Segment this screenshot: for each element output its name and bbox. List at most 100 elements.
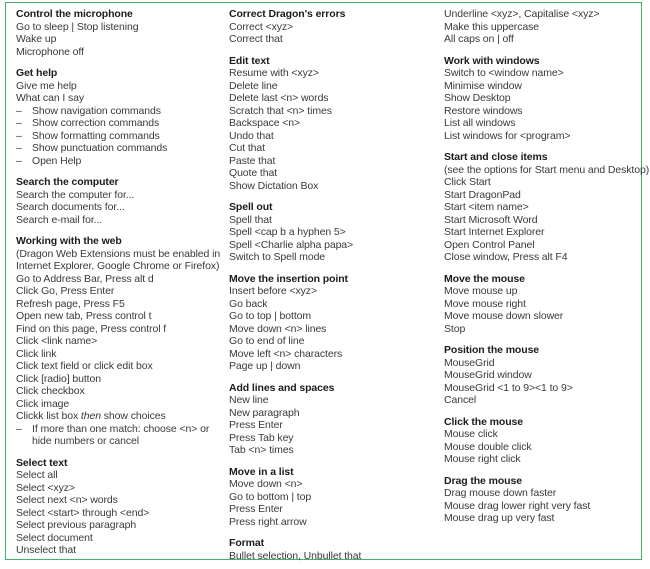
command-line: Switch to Spell mode bbox=[229, 251, 326, 263]
command-line: Tab <n> times bbox=[229, 444, 294, 456]
command-line: Move mouse down slower bbox=[444, 310, 564, 322]
command-line: Restore windows bbox=[444, 104, 523, 117]
command-line-text-tail: show choices bbox=[100, 410, 166, 422]
command-line: What can I say bbox=[16, 92, 85, 104]
command-line: Show Desktop bbox=[444, 92, 511, 104]
command-line: Give me help bbox=[16, 79, 77, 92]
dash-bullet-icon: – bbox=[16, 104, 22, 117]
command-line: Mouse double click bbox=[444, 440, 532, 453]
command-line: Bullet selection, Unbullet that bbox=[229, 549, 362, 562]
command-group-note: (Dragon Web Extensions must be enabled i… bbox=[16, 247, 221, 273]
column-1: Control the microphone Go to sleep | Stop… bbox=[16, 8, 226, 557]
command-line: MouseGrid window bbox=[444, 369, 532, 381]
command-line: Go to end of line bbox=[229, 335, 305, 347]
column-2: Correct Dragon's errors Correct <xyz> Corr… bbox=[229, 8, 441, 562]
command-line: Find on this page, Press control f bbox=[16, 322, 167, 335]
command-line: Mouse right click bbox=[444, 453, 521, 465]
command-group-heading: Working with the web bbox=[16, 235, 122, 247]
command-group-heading: Drag the mouse bbox=[444, 474, 522, 487]
command-line: Select document bbox=[16, 531, 93, 544]
command-line: Move left <n> characters bbox=[229, 347, 343, 360]
command-line-text: Show punctuation commands bbox=[32, 142, 168, 154]
command-line: Start <item name> bbox=[444, 201, 529, 213]
command-line: New paragraph bbox=[229, 406, 300, 419]
command-line: Press Enter bbox=[229, 503, 283, 515]
command-group: Start and close items (see the options fo… bbox=[444, 151, 650, 264]
command-line: Select all bbox=[16, 469, 58, 481]
command-line: Move down <n> bbox=[229, 478, 303, 490]
command-line: Stop bbox=[444, 322, 466, 335]
command-line: – Open Help bbox=[16, 155, 226, 168]
command-line: Paste that bbox=[229, 154, 276, 167]
command-line: List windows for <program> bbox=[444, 129, 571, 142]
command-group: Control the microphone Go to sleep | Stop… bbox=[16, 8, 226, 58]
command-line: Mouse click bbox=[444, 428, 498, 440]
command-line: Refresh page, Press F5 bbox=[16, 297, 125, 310]
command-line: Go to bottom | top bbox=[229, 490, 312, 503]
command-line: Click Start bbox=[444, 176, 491, 188]
command-group: Working with the web (Dragon Web Extensio… bbox=[16, 235, 226, 448]
command-group-heading: Control the microphone bbox=[16, 8, 133, 20]
column-3: Underline <xyz>, Capitalise <xyz> Make th… bbox=[444, 8, 650, 525]
command-group: Move in a list Move down <n> Go to bottom … bbox=[229, 466, 441, 529]
command-group: Click the mouse Mouse click Mouse double c… bbox=[444, 416, 642, 466]
command-line: Undo that bbox=[229, 129, 274, 142]
command-group-heading: Move the insertion point bbox=[229, 272, 348, 285]
command-line: Click checkbox bbox=[16, 385, 85, 397]
command-line-text: If more than one match: choose <n> or hi… bbox=[32, 422, 210, 448]
dash-bullet-icon: – bbox=[16, 117, 22, 129]
command-line: Spell <cap b a hyphen 5> bbox=[229, 226, 346, 238]
command-line: Click Go, Press Enter bbox=[16, 285, 115, 297]
command-group: Correct Dragon's errors Correct <xyz> Corr… bbox=[229, 8, 441, 46]
command-group-heading: Work with windows bbox=[444, 54, 540, 67]
command-line: Click text field or click edit box bbox=[16, 360, 153, 372]
command-line: Quote that bbox=[229, 167, 278, 179]
command-line: Select <xyz> bbox=[16, 481, 75, 494]
cheat-sheet-page: Control the microphone Go to sleep | Stop… bbox=[5, 2, 650, 562]
command-line: Cut that bbox=[229, 142, 265, 154]
command-line: Start Microsoft Word bbox=[444, 213, 538, 226]
command-group-heading: Search the computer bbox=[16, 176, 119, 188]
command-line-text: Clickk list box bbox=[16, 410, 81, 422]
command-line: Go to sleep | Stop listening bbox=[16, 20, 139, 33]
command-line: Switch to <window name> bbox=[444, 67, 564, 79]
command-line-emphasis: then bbox=[80, 410, 101, 422]
command-group-heading: Select text bbox=[16, 456, 68, 469]
command-line: Open new tab, Press control t bbox=[16, 310, 152, 322]
command-line: Go to top | bottom bbox=[229, 310, 312, 322]
command-line: Underline <xyz>, Capitalise <xyz> bbox=[444, 8, 600, 20]
command-group-heading: Start and close items bbox=[444, 151, 548, 163]
command-line: Spell that bbox=[229, 213, 272, 226]
command-group-heading: Edit text bbox=[229, 54, 270, 67]
command-line: Unselect that bbox=[16, 544, 76, 556]
command-line: Open Control Panel bbox=[444, 238, 535, 251]
command-line: – Show formatting commands bbox=[16, 130, 226, 143]
command-line: – Show correction commands bbox=[16, 117, 226, 130]
command-line: Correct that bbox=[229, 33, 283, 45]
command-line-text: Open Help bbox=[32, 154, 82, 167]
command-group: Select text Select all Select <xyz> Select … bbox=[16, 457, 226, 557]
command-line: Insert before <xyz> bbox=[229, 285, 317, 297]
command-line: (see the options for Start menu and Desk… bbox=[444, 163, 650, 176]
command-line: Select <start> through <end> bbox=[16, 506, 150, 519]
command-line: Move mouse right bbox=[444, 297, 526, 310]
command-line: Search the computer for... bbox=[16, 188, 135, 201]
dash-bullet-icon: – bbox=[16, 142, 22, 154]
command-line: Delete last <n> words bbox=[229, 92, 329, 104]
command-group: Search the computer Search the computer f… bbox=[16, 176, 226, 226]
command-line: Page up | down bbox=[229, 360, 301, 372]
command-line: Search e-mail for... bbox=[16, 213, 103, 226]
command-group: Move the insertion point Insert before <x… bbox=[229, 273, 441, 373]
command-group: Work with windows Switch to <window name>… bbox=[444, 55, 642, 143]
command-line: Scratch that <n> times bbox=[229, 104, 332, 117]
command-line: Move down <n> lines bbox=[229, 322, 327, 335]
command-line-text: Show formatting commands bbox=[32, 129, 160, 142]
command-line: Select previous paragraph bbox=[16, 519, 137, 531]
command-line: Press right arrow bbox=[229, 515, 307, 528]
command-line: Wake up bbox=[16, 33, 57, 45]
command-group: Edit text Resume with <xyz> Delete line Del… bbox=[229, 55, 441, 193]
command-line: Backspace <n> bbox=[229, 117, 301, 129]
columns-container: Control the microphone Go to sleep | Stop… bbox=[6, 3, 650, 562]
command-line: Click [radio] button bbox=[16, 372, 101, 385]
command-group-heading: Get help bbox=[16, 67, 58, 79]
